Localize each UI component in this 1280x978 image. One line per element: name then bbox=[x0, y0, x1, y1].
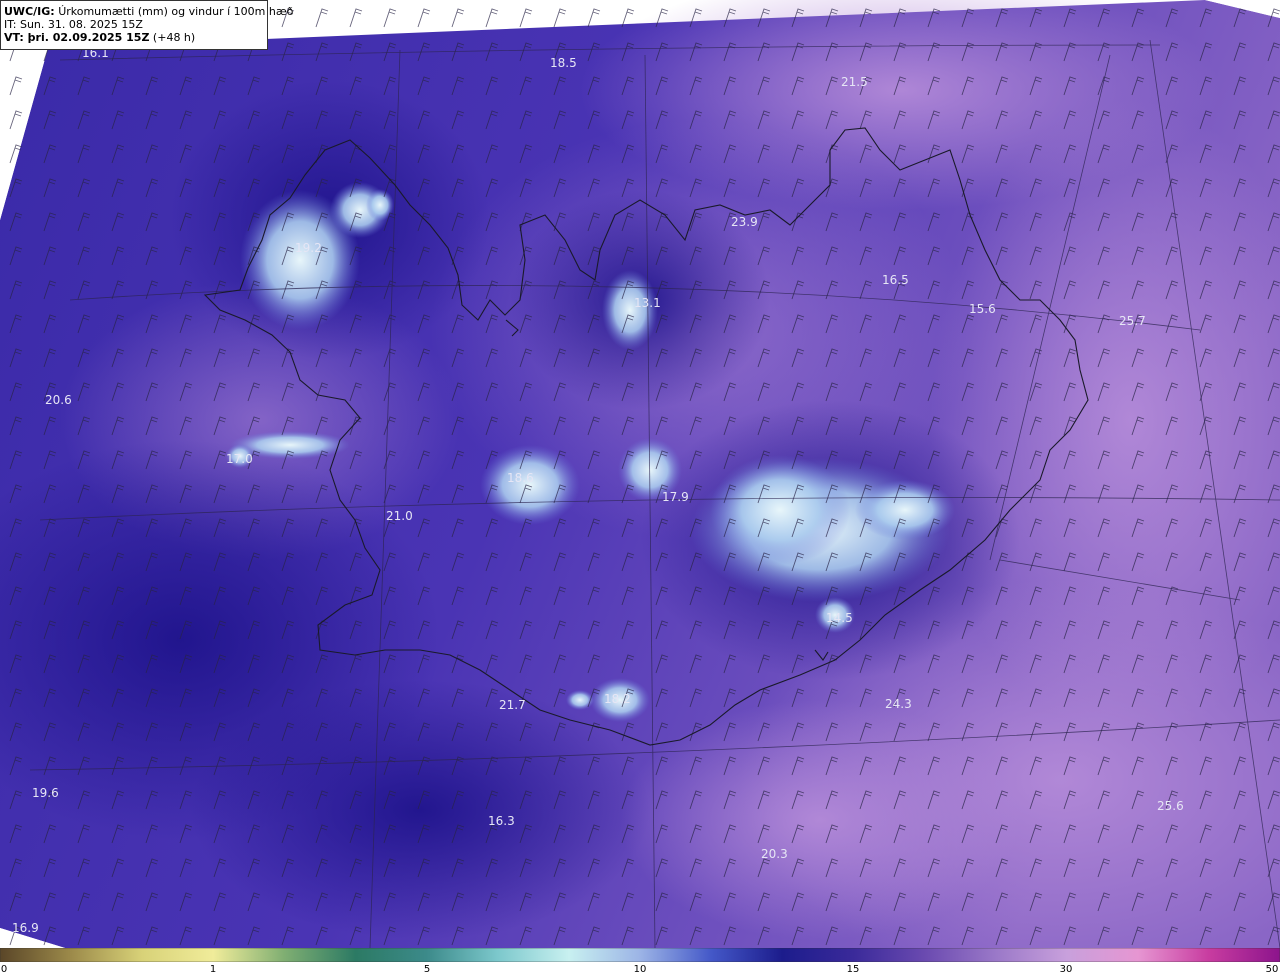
value-label: 16.5 bbox=[882, 273, 909, 287]
value-label: 20.3 bbox=[761, 847, 788, 861]
value-label: 18.2 bbox=[604, 692, 631, 706]
value-label: 15.6 bbox=[969, 302, 996, 316]
colorbar-tick: 0 bbox=[0, 964, 8, 975]
value-label: 18.5 bbox=[550, 56, 577, 70]
value-label: 21.0 bbox=[386, 509, 413, 523]
forecast-map[interactable]: 16.1 18.5 21.5 23.9 19.2 13.1 16.5 15.6 … bbox=[0, 0, 1280, 948]
value-label: 23.9 bbox=[731, 215, 758, 229]
colorbar-tick: 5 bbox=[423, 964, 431, 975]
lead-time: (+48 h) bbox=[149, 31, 196, 44]
value-label: 17.9 bbox=[662, 490, 689, 504]
issue-time: IT: Sun. 31. 08. 2025 15Z bbox=[4, 18, 143, 31]
value-label: 24.3 bbox=[885, 697, 912, 711]
value-label: 19.6 bbox=[32, 786, 59, 800]
colorbar-gradient bbox=[0, 948, 1280, 962]
value-label: 25.7 bbox=[1119, 314, 1146, 328]
forecast-info-box: UWC/IG: Úrkomumætti (mm) og vindur í 100… bbox=[0, 0, 293, 50]
value-label: 13.1 bbox=[634, 296, 661, 310]
value-label: 14.5 bbox=[826, 611, 853, 625]
model-prefix: UWC/IG: bbox=[4, 5, 55, 18]
title-line: UWC/IG: Úrkomumætti (mm) og vindur í 100… bbox=[4, 5, 293, 18]
colorbar-tick: 30 bbox=[1059, 964, 1073, 975]
valid-time-line: VT: þri. 02.09.2025 15Z (+48 h) bbox=[4, 31, 264, 44]
value-label: 20.6 bbox=[45, 393, 72, 407]
colorbar-tick: 50 bbox=[1265, 964, 1279, 975]
colorbar: 0 1 5 10 15 30 50 bbox=[0, 948, 1280, 978]
value-label: 19.2 bbox=[295, 241, 322, 255]
value-label: 21.7 bbox=[499, 698, 526, 712]
value-label: 18.6 bbox=[507, 471, 534, 485]
colorbar-tick: 1 bbox=[209, 964, 217, 975]
value-label: 16.3 bbox=[488, 814, 515, 828]
value-label: 16.9 bbox=[12, 921, 39, 935]
map-title: Úrkomumætti (mm) og vindur í 100m hæð bbox=[58, 5, 294, 18]
value-label: 25.6 bbox=[1157, 799, 1184, 813]
valid-time: VT: þri. 02.09.2025 15Z bbox=[4, 31, 150, 44]
wind-barbs bbox=[0, 0, 1280, 948]
colorbar-tick: 10 bbox=[633, 964, 647, 975]
value-label: 21.5 bbox=[841, 75, 868, 89]
colorbar-tick: 15 bbox=[846, 964, 860, 975]
value-label: 17.0 bbox=[226, 452, 253, 466]
